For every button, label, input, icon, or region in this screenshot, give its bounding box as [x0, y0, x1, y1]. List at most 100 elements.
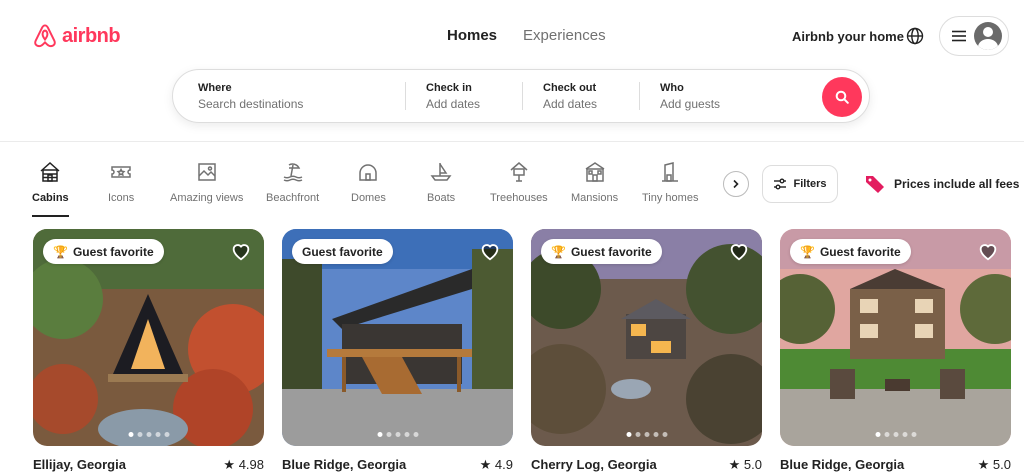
guest-favorite-badge: 🏆 Guest favorite — [43, 239, 164, 264]
price-display-toggle[interactable]: Prices include all fees — [864, 173, 1019, 195]
check-out-label: Check out — [543, 81, 597, 94]
category-next-button[interactable] — [723, 171, 749, 197]
tab-experiences[interactable]: Experiences — [523, 27, 606, 44]
trophy-icon: 🏆 — [551, 244, 566, 259]
check-in-label: Check in — [426, 81, 472, 94]
category-label: Treehouses — [490, 192, 548, 204]
listing-rating: ★ 4.9 — [479, 457, 513, 472]
rating-value: 5.0 — [743, 457, 762, 472]
dot — [884, 432, 889, 437]
top-header: airbnb Homes Experiences Airbnb your hom… — [0, 0, 1024, 142]
listing-location: Ellijay, Georgia — [33, 457, 126, 472]
badge-label: Guest favorite — [819, 244, 901, 259]
listing-card[interactable]: 🏆 Guest favorite Ellijay, Georgia ★ 4.98 — [33, 229, 264, 473]
listing-location: Cherry Log, Georgia — [531, 457, 657, 472]
listing-photo[interactable]: 🏆 Guest favorite — [33, 229, 264, 446]
category-label: Boats — [427, 192, 456, 204]
filters-button[interactable]: Filters — [762, 165, 838, 203]
filters-label: Filters — [793, 178, 827, 190]
brand-name: airbnb — [62, 24, 121, 47]
airbnb-logo[interactable]: airbnb — [32, 22, 121, 50]
sliders-icon — [774, 178, 787, 190]
heart-icon[interactable] — [479, 240, 501, 262]
dot — [395, 432, 400, 437]
price-tag-icon — [866, 176, 884, 193]
dot — [155, 432, 160, 437]
category-label: Domes — [351, 192, 386, 204]
where-placeholder: Search destinations — [198, 96, 304, 111]
listing-card[interactable]: 🏆 Guest favorite Blue Ridge, Georgia ★ 5… — [780, 229, 1011, 473]
category-domes[interactable]: Domes — [351, 160, 386, 204]
search-icon — [835, 90, 849, 104]
rating-value: 4.98 — [238, 457, 264, 472]
where-field[interactable]: Where Search destinations — [173, 70, 405, 122]
dot — [164, 432, 169, 437]
user-menu-button[interactable] — [939, 16, 1009, 56]
listing-card[interactable]: Guest favorite Blue Ridge, Georgia ★ 4.9 — [282, 229, 513, 473]
user-avatar-icon — [974, 22, 1002, 50]
check-in-field[interactable]: Check in Add dates — [406, 70, 522, 122]
who-field[interactable]: Who Add guests — [640, 70, 790, 122]
guest-favorite-badge: Guest favorite — [292, 239, 393, 264]
globe-icon[interactable] — [905, 26, 925, 46]
hamburger-icon — [952, 30, 966, 42]
listing-location: Blue Ridge, Georgia — [282, 457, 407, 472]
nav-tabs: Homes Experiences — [447, 27, 606, 44]
heart-icon[interactable] — [728, 240, 750, 262]
badge-label: Guest favorite — [302, 244, 383, 259]
photo-dots — [875, 432, 916, 437]
category-tiny-homes[interactable]: Tiny homes — [642, 160, 698, 204]
listing-photo[interactable]: Guest favorite — [282, 229, 513, 446]
dot — [893, 432, 898, 437]
photo-dots — [128, 432, 169, 437]
search-button[interactable] — [822, 77, 862, 117]
tab-homes[interactable]: Homes — [447, 27, 497, 44]
category-cabins[interactable]: Cabins — [32, 160, 69, 217]
dome-icon — [359, 164, 378, 181]
category-amazing-views[interactable]: Amazing views — [170, 160, 243, 204]
guest-favorite-badge: 🏆 Guest favorite — [541, 239, 662, 264]
dot — [146, 432, 151, 437]
listing-meta: Blue Ridge, Georgia ★ 4.9 — [282, 457, 513, 473]
category-label: Amazing views — [170, 192, 244, 204]
category-treehouses[interactable]: Treehouses — [490, 160, 548, 204]
listing-photo[interactable]: 🏆 Guest favorite — [780, 229, 1011, 446]
listing-rating: ★ 5.0 — [977, 457, 1011, 472]
category-label: Beachfront — [266, 192, 320, 204]
airbnb-your-home-link[interactable]: Airbnb your home — [792, 29, 904, 44]
dot — [128, 432, 133, 437]
listing-meta: Cherry Log, Georgia ★ 5.0 — [531, 457, 762, 473]
airbnb-logo-icon — [34, 24, 56, 48]
dot — [662, 432, 667, 437]
cabin-icon — [40, 161, 60, 182]
boat-icon — [430, 163, 452, 181]
listing-rating: ★ 5.0 — [728, 457, 762, 472]
check-out-field[interactable]: Check out Add dates — [523, 70, 639, 122]
tiny-home-icon — [662, 162, 679, 182]
listing-meta: Ellijay, Georgia ★ 4.98 — [33, 457, 264, 473]
trophy-icon: 🏆 — [53, 244, 68, 259]
heart-icon[interactable] — [230, 240, 252, 262]
dot — [653, 432, 658, 437]
check-out-placeholder: Add dates — [543, 96, 598, 111]
photo-dots — [377, 432, 418, 437]
dot — [644, 432, 649, 437]
heart-icon[interactable] — [977, 240, 999, 262]
dot — [377, 432, 382, 437]
category-beachfront[interactable]: Beachfront — [266, 160, 319, 204]
dot — [911, 432, 916, 437]
badge-label: Guest favorite — [72, 244, 154, 259]
frame-icon — [197, 163, 216, 181]
mansion-icon — [585, 162, 604, 182]
listing-photo[interactable]: 🏆 Guest favorite — [531, 229, 762, 446]
listing-card[interactable]: 🏆 Guest favorite Cherry Log, Georgia ★ 5… — [531, 229, 762, 473]
dot — [413, 432, 418, 437]
category-mansions[interactable]: Mansions — [571, 160, 618, 204]
check-in-placeholder: Add dates — [426, 96, 481, 111]
listing-location: Blue Ridge, Georgia — [780, 457, 905, 472]
category-icons[interactable]: Icons — [108, 160, 134, 204]
category-label: Tiny homes — [642, 192, 699, 204]
dot — [635, 432, 640, 437]
dot — [137, 432, 142, 437]
category-boats[interactable]: Boats — [427, 160, 455, 204]
